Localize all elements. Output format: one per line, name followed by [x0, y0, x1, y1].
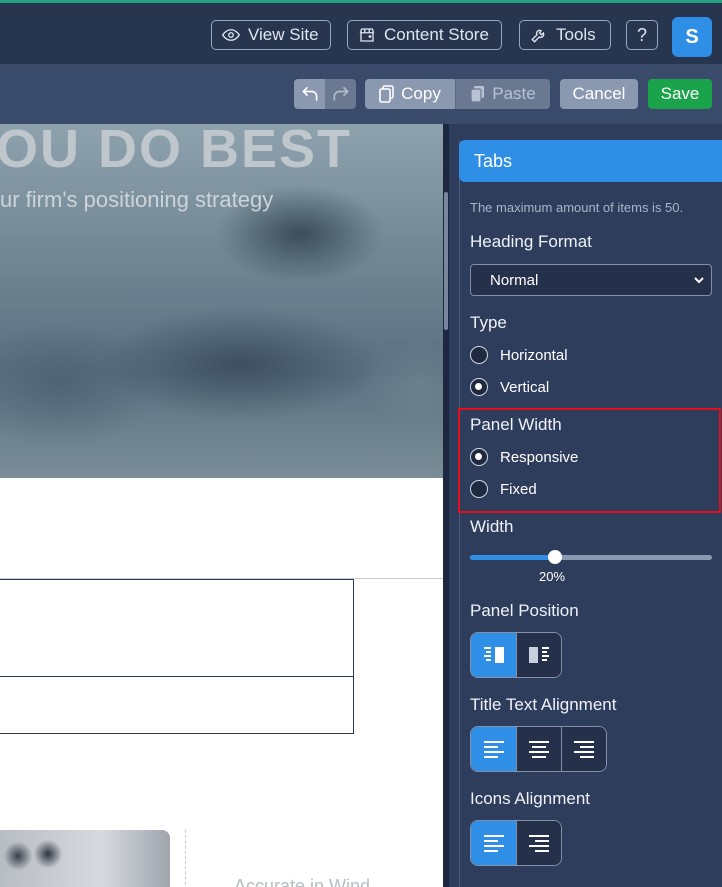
icons-alignment-label: Icons Alignment	[470, 789, 591, 808]
help-icon: ?	[636, 24, 647, 45]
store-icon	[359, 28, 375, 42]
panel-position-right-button[interactable]	[516, 633, 561, 677]
faded-heading: Accurate in Wind	[234, 876, 371, 887]
copy-label: Copy	[401, 84, 441, 103]
clipboard-group: Copy Paste	[365, 79, 550, 109]
save-button[interactable]: Save	[648, 79, 712, 109]
tab-panel-box[interactable]	[0, 676, 354, 734]
redo-icon	[333, 86, 349, 101]
radio-button[interactable]	[470, 378, 488, 396]
panel-right-icon	[529, 647, 549, 663]
panel-position-label: Panel Position	[470, 601, 579, 620]
icons-align-right-button[interactable]	[516, 821, 561, 865]
radio-label: Vertical	[500, 378, 550, 396]
title-align-center-button[interactable]	[516, 727, 561, 771]
hero-banner[interactable]: OU DO BEST ur firm's positioning strateg…	[0, 124, 443, 478]
panel-frame	[459, 140, 722, 887]
heading-format-select[interactable]: Normal	[470, 264, 712, 296]
team-photo	[0, 830, 170, 887]
help-button[interactable]: ?	[626, 20, 658, 50]
radio-label: Horizontal	[500, 346, 568, 364]
content-store-label: Content Store	[384, 25, 489, 44]
cancel-button[interactable]: Cancel	[560, 79, 638, 109]
paste-label: Paste	[492, 84, 536, 103]
align-left-icon	[483, 741, 504, 758]
title-align-left-button[interactable]	[471, 727, 516, 771]
hero-subtitle: ur firm's positioning strategy	[0, 187, 274, 212]
avatar[interactable]: S	[672, 17, 712, 57]
tools-label: Tools	[556, 25, 596, 44]
icons-alignment-toggle	[470, 820, 562, 866]
width-slider[interactable]	[470, 550, 712, 564]
view-site-label: View Site	[248, 25, 319, 44]
heading-format-label: Heading Format	[470, 232, 592, 251]
align-right-icon	[529, 835, 549, 852]
align-right-icon	[574, 741, 594, 758]
wrench-icon	[531, 29, 545, 43]
panel-position-left-button[interactable]	[471, 633, 516, 677]
undo-button[interactable]	[294, 79, 325, 109]
undo-icon	[301, 86, 317, 101]
eye-icon	[222, 29, 240, 41]
column-divider	[185, 830, 186, 887]
type-option-vertical[interactable]: Vertical	[470, 378, 549, 396]
panel-position-toggle	[470, 632, 562, 678]
hero-title: OU DO BEST	[0, 124, 353, 179]
chevron-down-icon	[694, 277, 704, 284]
avatar-initial: S	[685, 25, 699, 48]
history-group	[294, 79, 356, 109]
width-label: Width	[470, 517, 514, 536]
type-option-horizontal[interactable]: Horizontal	[470, 346, 568, 364]
heading-format-value: Normal	[490, 271, 539, 289]
title-alignment-toggle	[470, 726, 607, 772]
copy-icon	[379, 85, 394, 103]
paste-button[interactable]: Paste	[455, 79, 550, 109]
width-value: 20%	[539, 569, 566, 584]
view-site-button[interactable]: View Site	[211, 20, 331, 50]
title-align-right-button[interactable]	[561, 727, 606, 771]
paste-icon	[470, 86, 485, 103]
page-canvas[interactable]: OU DO BEST ur firm's positioning strateg…	[0, 124, 443, 887]
panel-width-highlight	[458, 408, 721, 513]
type-label: Type	[470, 313, 507, 332]
copy-button[interactable]: Copy	[365, 79, 455, 109]
max-items-note: The maximum amount of items is 50.	[470, 200, 684, 215]
content-store-button[interactable]: Content Store	[347, 20, 502, 50]
tools-button[interactable]: Tools	[519, 20, 611, 50]
tab-panel-box[interactable]	[0, 579, 354, 677]
title-text-alignment-label: Title Text Alignment	[470, 695, 617, 714]
panel-title[interactable]: Tabs	[459, 140, 722, 182]
align-center-icon	[529, 741, 549, 758]
redo-button[interactable]	[325, 79, 356, 109]
radio-button[interactable]	[470, 346, 488, 364]
icons-align-left-button[interactable]	[471, 821, 516, 865]
slider-thumb[interactable]	[547, 550, 562, 564]
slider-fill	[470, 555, 555, 560]
top-bar: View Site Content Store Tools ? S	[0, 0, 722, 64]
align-left-icon	[483, 835, 504, 852]
panel-left-icon	[483, 647, 504, 663]
